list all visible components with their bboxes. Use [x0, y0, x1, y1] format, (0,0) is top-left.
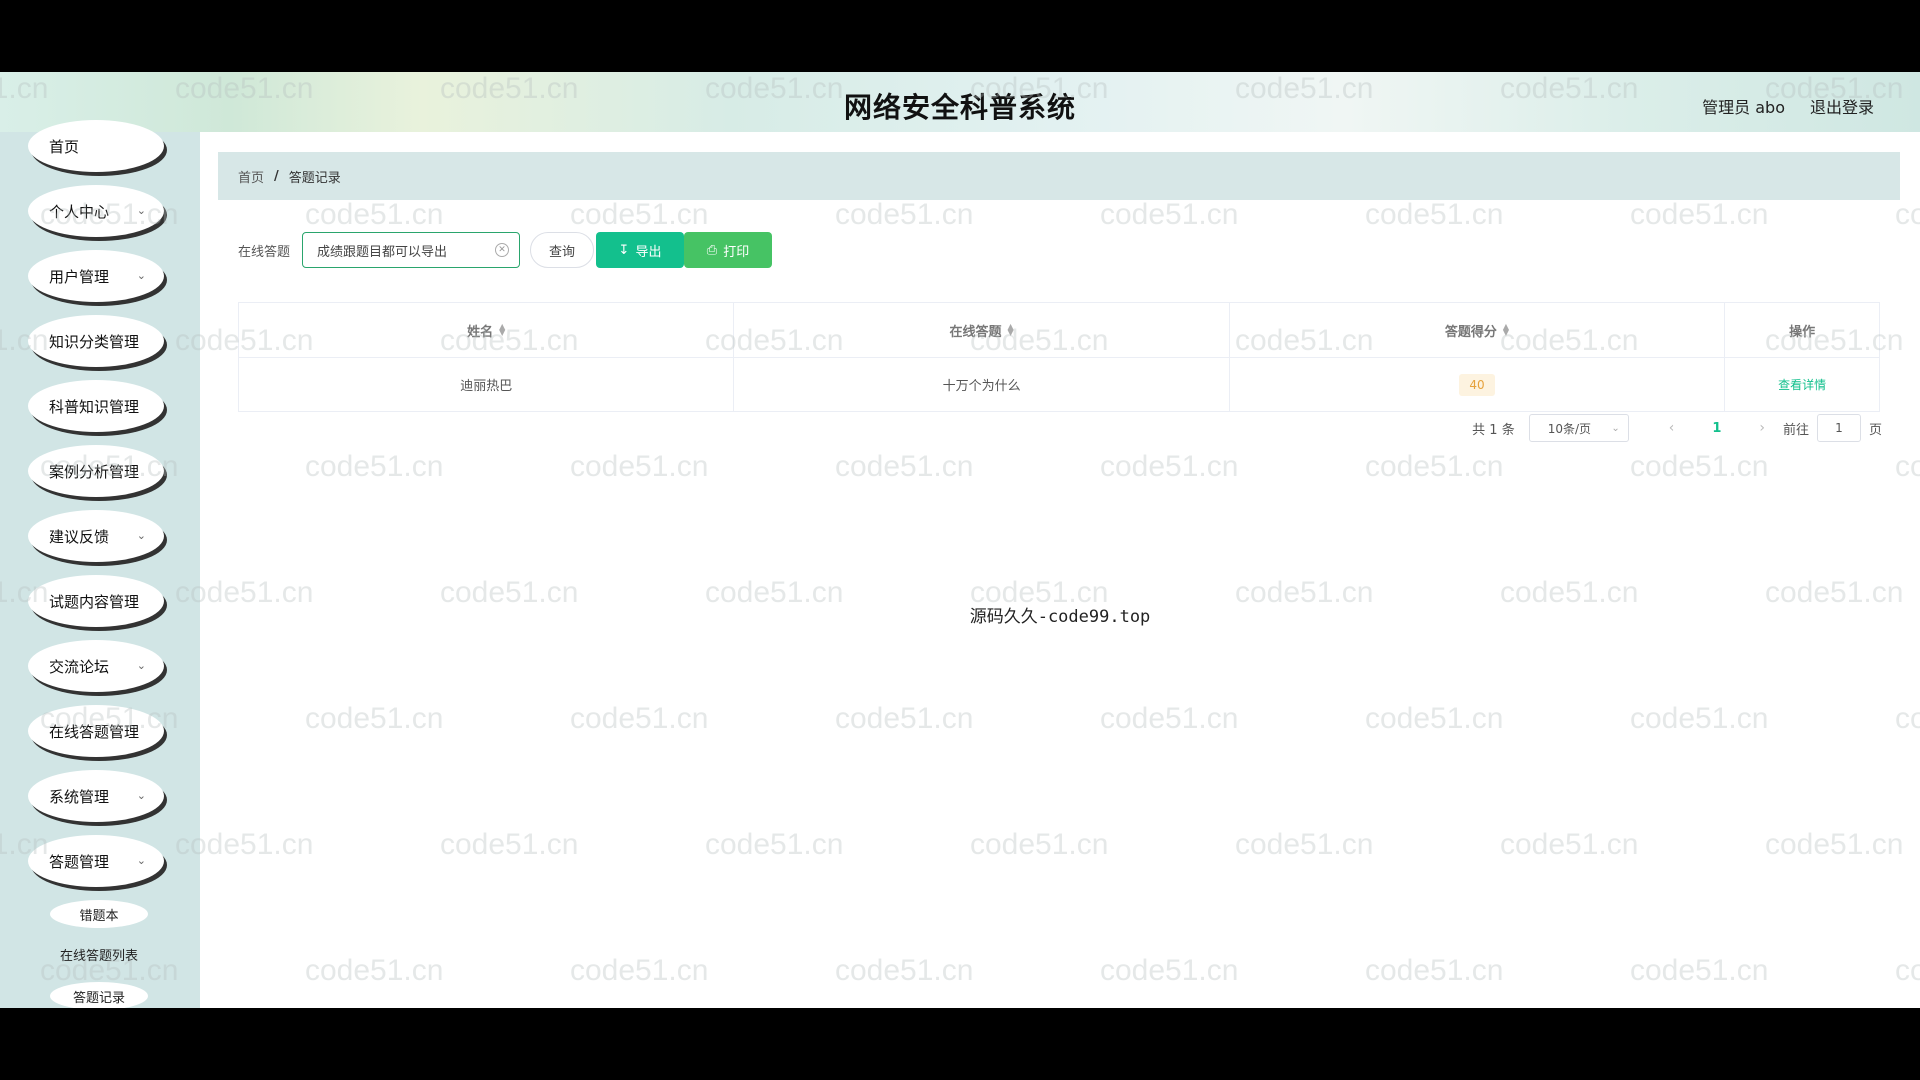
- column-header-exam[interactable]: 在线答题 ▲ ▼: [734, 303, 1230, 357]
- sidebar-item-label: 系统管理: [49, 787, 110, 806]
- column-header-label: 在线答题: [949, 324, 1002, 340]
- goto-prefix: 前往: [1782, 422, 1809, 438]
- search-label: 在线答题: [238, 244, 291, 260]
- cell-actions: 查看详情: [1725, 358, 1879, 411]
- sidebar-item-profile[interactable]: 个人中心 ⌄: [28, 185, 164, 237]
- page-size-select[interactable]: 10条/页 ⌄: [1528, 414, 1629, 442]
- chevron-down-icon: ⌄: [136, 789, 146, 802]
- sidebar-item-online-exam[interactable]: 在线答题管理: [28, 705, 164, 757]
- breadcrumb: 首页 / 答题记录: [218, 152, 1900, 200]
- sidebar-item-label: 案例分析管理: [49, 462, 140, 481]
- sidebar-item-label: 用户管理: [49, 267, 110, 286]
- chevron-down-icon: ⌄: [136, 204, 146, 217]
- sidebar-subitem-exam-list[interactable]: 在线答题列表: [40, 940, 158, 968]
- sidebar-item-home[interactable]: 首页: [28, 120, 164, 172]
- sidebar-item-answer-management[interactable]: 答题管理 ⌄: [28, 835, 164, 887]
- pagination-total: 共 1 条: [1472, 422, 1515, 438]
- chevron-down-icon: ⌄: [136, 854, 146, 867]
- sidebar-item-label: 科普知识管理: [49, 397, 140, 416]
- search-input[interactable]: 成绩跟题目都可以导出 ✕: [302, 232, 521, 268]
- sort-icon[interactable]: ▲ ▼: [1008, 323, 1014, 337]
- column-header-label: 答题得分: [1444, 324, 1497, 340]
- sidebar-item-label: 知识分类管理: [49, 332, 140, 351]
- prev-page-icon[interactable]: ‹: [1669, 420, 1675, 436]
- page-number-current[interactable]: 1: [1712, 421, 1721, 436]
- sidebar-item-label: 在线答题管理: [49, 722, 140, 741]
- app-title: 网络安全科普系统: [843, 91, 1076, 124]
- query-button[interactable]: 查询: [530, 232, 595, 268]
- printer-icon: ⎙: [706, 242, 718, 258]
- sidebar-item-label: 交流论坛: [49, 657, 110, 676]
- table-row: 迪丽热巴 十万个为什么 40 查看详情: [239, 358, 1879, 411]
- chevron-down-icon: ⌄: [136, 269, 146, 282]
- sidebar-item-knowledge-category[interactable]: 知识分类管理: [28, 315, 164, 367]
- search-input-value: 成绩跟题目都可以导出: [317, 244, 448, 260]
- export-button-label: 导出: [635, 244, 662, 260]
- sidebar-item-forum[interactable]: 交流论坛 ⌄: [28, 640, 164, 692]
- cell-exam: 十万个为什么: [734, 358, 1230, 411]
- column-header-score[interactable]: 答题得分 ▲ ▼: [1230, 303, 1726, 357]
- current-user: 管理员 abo: [1702, 98, 1785, 117]
- app-screen: 网络安全科普系统 管理员 abo 退出登录 首页 个人中心 ⌄ 用户管理 ⌄ 知识分…: [0, 72, 1920, 1008]
- sidebar-item-label: 建议反馈: [49, 527, 110, 546]
- sort-icon[interactable]: ▲ ▼: [1503, 323, 1509, 337]
- records-table: 姓名 ▲ ▼ 在线答题 ▲ ▼ 答题得分 ▲ ▼ 操作 迪丽热巴 十万个为什么 40 查看详…: [238, 302, 1880, 412]
- sidebar-item-knowledge[interactable]: 科普知识管理: [28, 380, 164, 432]
- download-icon: ↧: [618, 242, 630, 258]
- chevron-down-icon: ⌄: [136, 529, 146, 542]
- column-header-label: 操作: [1789, 324, 1816, 340]
- cell-name: 迪丽热巴: [239, 358, 735, 411]
- score-badge: 40: [1459, 373, 1495, 396]
- sidebar-item-case-analysis[interactable]: 案例分析管理: [28, 445, 164, 497]
- sidebar: 首页 个人中心 ⌄ 用户管理 ⌄ 知识分类管理 科普知识管理 案例分析管理 建议反馈…: [0, 120, 200, 1008]
- sidebar-subitem-answer-records[interactable]: 答题记录: [50, 982, 148, 1008]
- next-page-icon[interactable]: ›: [1759, 420, 1765, 436]
- sidebar-subitem-wrong-book[interactable]: 错题本: [50, 900, 148, 928]
- pagination: 共 1 条 10条/页 ⌄ ‹ 1 › 前往 1 页: [1472, 414, 1882, 442]
- page-size-value: 10条/页: [1547, 421, 1592, 436]
- column-header-name[interactable]: 姓名 ▲ ▼: [239, 303, 735, 357]
- view-detail-link[interactable]: 查看详情: [1778, 376, 1826, 393]
- column-header-actions: 操作: [1725, 303, 1879, 357]
- sidebar-item-feedback[interactable]: 建议反馈 ⌄: [28, 510, 164, 562]
- print-button-label: 打印: [723, 244, 750, 260]
- breadcrumb-separator: /: [274, 168, 279, 184]
- sidebar-item-label: 首页: [49, 137, 80, 156]
- breadcrumb-current: 答题记录: [288, 170, 341, 186]
- chevron-down-icon: ⌄: [136, 659, 146, 672]
- cell-score: 40: [1230, 358, 1726, 411]
- top-header: 网络安全科普系统 管理员 abo 退出登录: [0, 72, 1920, 132]
- search-bar: 在线答题 成绩跟题目都可以导出 ✕ 查询 ↧ 导出 ⎙ 打印: [238, 232, 773, 268]
- clear-icon[interactable]: ✕: [495, 243, 510, 257]
- logout-link[interactable]: 退出登录: [1810, 94, 1874, 118]
- sidebar-item-label: 试题内容管理: [49, 592, 140, 611]
- sidebar-item-label: 个人中心: [49, 202, 110, 221]
- sidebar-item-label: 答题管理: [49, 852, 110, 871]
- table-header: 姓名 ▲ ▼ 在线答题 ▲ ▼ 答题得分 ▲ ▼ 操作: [239, 303, 1879, 358]
- breadcrumb-home[interactable]: 首页: [238, 167, 264, 186]
- sidebar-item-question-content[interactable]: 试题内容管理: [28, 575, 164, 627]
- source-caption: 源码久久-code99.top: [969, 607, 1151, 627]
- main-content: 首页 / 答题记录 在线答题 成绩跟题目都可以导出 ✕ 查询 ↧ 导出 ⎙ 打印 姓…: [200, 132, 1920, 1008]
- sidebar-item-system[interactable]: 系统管理 ⌄: [28, 770, 164, 822]
- query-button-label: 查询: [549, 244, 576, 260]
- goto-suffix: 页: [1868, 422, 1882, 438]
- chevron-down-icon: ⌄: [1611, 422, 1620, 434]
- print-button[interactable]: ⎙ 打印: [684, 232, 773, 268]
- goto-page-input[interactable]: 1: [1816, 414, 1861, 442]
- export-button[interactable]: ↧ 导出: [596, 232, 685, 268]
- sort-icon[interactable]: ▲ ▼: [499, 323, 505, 337]
- column-header-label: 姓名: [467, 324, 494, 340]
- sidebar-item-users[interactable]: 用户管理 ⌄: [28, 250, 164, 302]
